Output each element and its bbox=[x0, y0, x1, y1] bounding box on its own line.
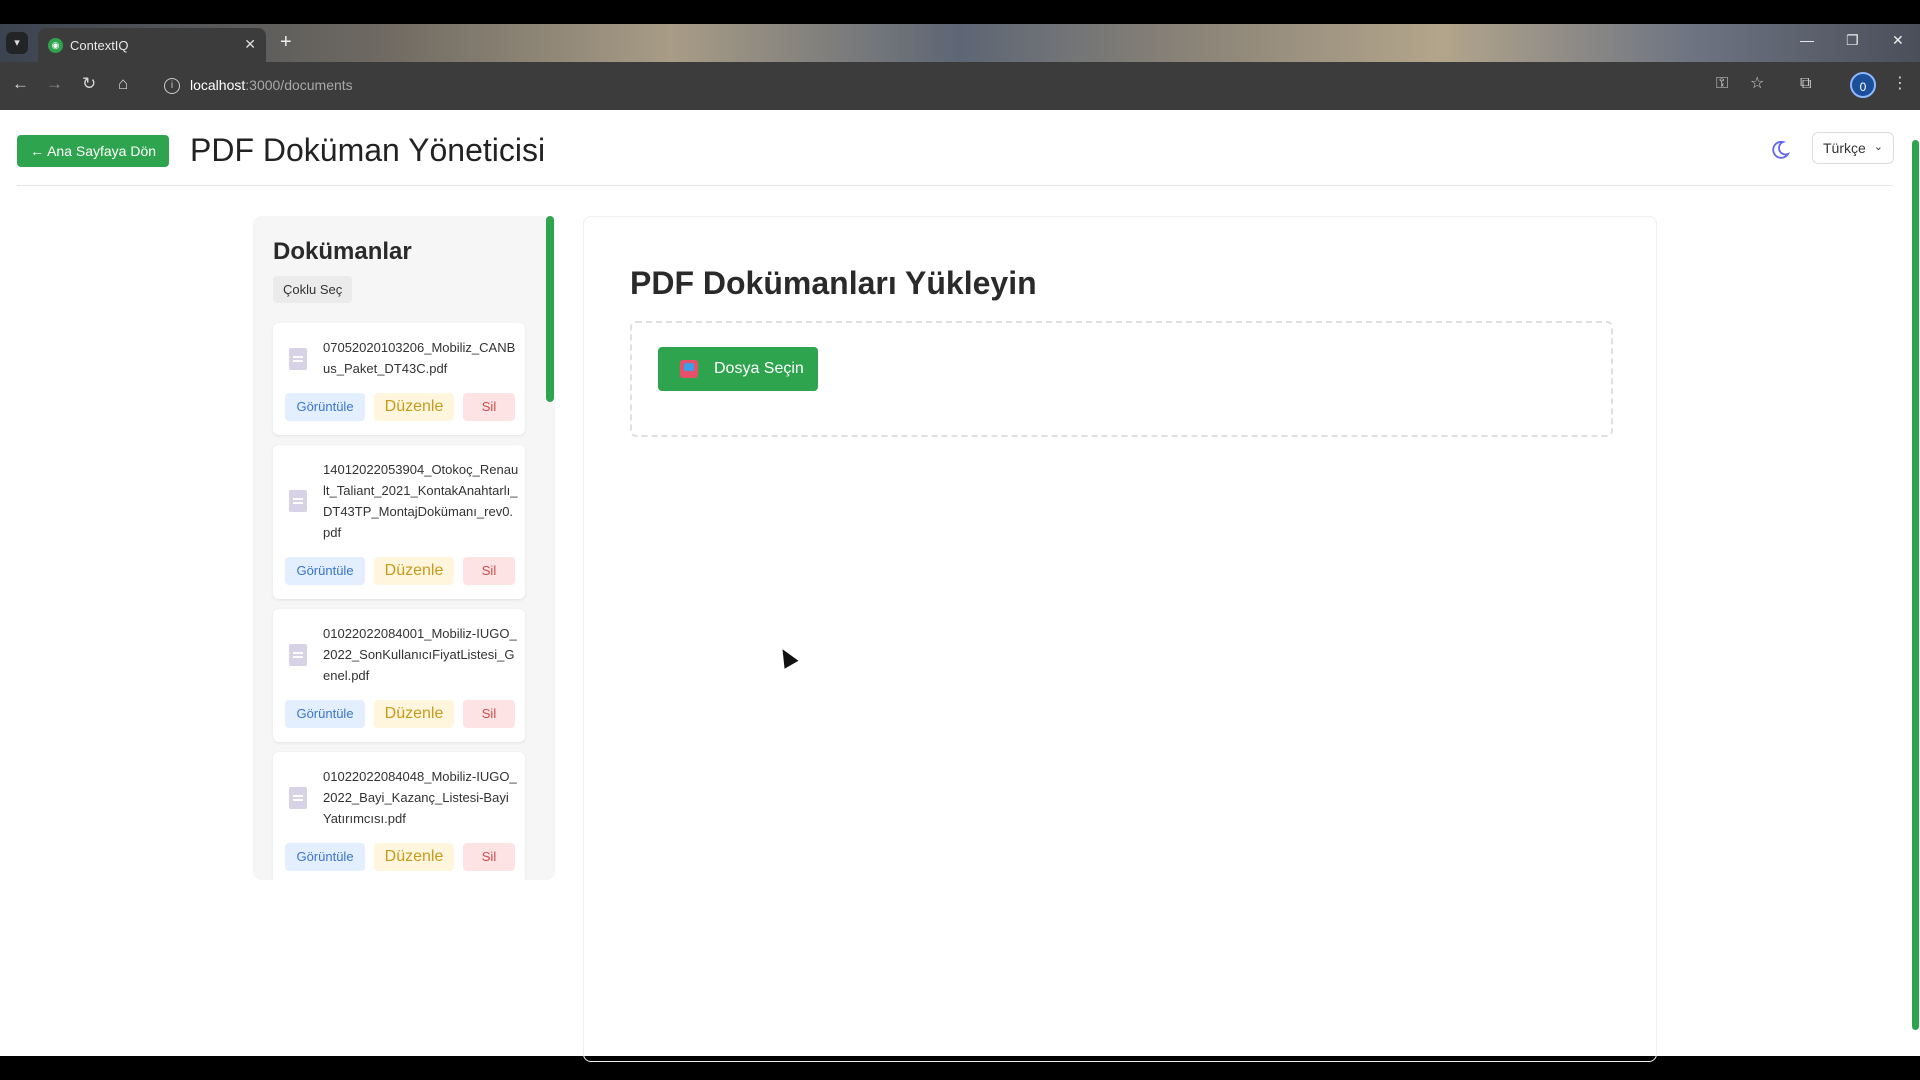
tab-contextiq[interactable]: ◉ ContextIQ ✕ bbox=[38, 28, 266, 62]
url-path: :3000/documents bbox=[245, 77, 353, 93]
edit-button[interactable]: Düzenle bbox=[374, 557, 454, 585]
view-button[interactable]: Görüntüle bbox=[285, 557, 365, 585]
moon-icon[interactable] bbox=[1770, 140, 1790, 160]
view-button[interactable]: Görüntüle bbox=[285, 843, 365, 871]
pdf-file-icon bbox=[289, 348, 307, 370]
chevron-down-icon: ⌄ bbox=[1873, 141, 1883, 153]
profile-avatar[interactable]: 0 bbox=[1850, 72, 1876, 98]
upload-panel: PDF Dokümanları Yükleyin Dosya Seçin bbox=[583, 216, 1657, 1062]
document-card: 14012022053904_Otokoç_Renault_Taliant_20… bbox=[273, 445, 525, 599]
view-button[interactable]: Görüntüle bbox=[285, 393, 365, 421]
pdf-file-icon bbox=[289, 644, 307, 666]
bookmark-star-icon[interactable]: ☆ bbox=[1750, 74, 1764, 94]
pdf-file-icon bbox=[289, 490, 307, 512]
browser-window: ▾ ◉ ContextIQ ✕ + — ❐ ✕ ← → ↻ ⌂ i localh… bbox=[0, 0, 1920, 1080]
language-value: Türkçe bbox=[1823, 140, 1866, 156]
pdf-file-icon bbox=[289, 787, 307, 809]
tab-search-icon[interactable]: ▾ bbox=[6, 32, 28, 54]
choose-file-label: Dosya Seçin bbox=[714, 360, 804, 377]
document-card: 01022022084001_Mobiliz-IUGO_2022_SonKull… bbox=[273, 609, 525, 742]
language-select[interactable]: Türkçe ⌄ bbox=[1812, 132, 1894, 164]
document-name: 07052020103206_Mobiliz_CANBus_Paket_DT43… bbox=[323, 340, 516, 376]
back-home-button[interactable]: ← Ana Sayfaya Dön bbox=[17, 135, 169, 167]
menu-dots-icon[interactable]: ⋮ bbox=[1892, 74, 1908, 94]
address-bar[interactable]: i localhost:3000/documents bbox=[156, 70, 1716, 102]
page: ← Ana Sayfaya Dön PDF Doküman Yöneticisi… bbox=[0, 110, 1910, 1062]
page-title: PDF Doküman Yöneticisi bbox=[190, 132, 546, 168]
document-card: 07052020103206_Mobiliz_CANBus_Paket_DT43… bbox=[273, 323, 525, 435]
tab-title: ContextIQ bbox=[70, 38, 129, 53]
documents-sidebar: Dokümanlar Çoklu Seç 07052020103206_Mobi… bbox=[253, 216, 555, 880]
sidebar-title: Dokümanlar bbox=[273, 238, 412, 265]
upload-title: PDF Dokümanları Yükleyin bbox=[630, 265, 1037, 301]
url-host: localhost bbox=[190, 77, 246, 93]
delete-button[interactable]: Sil bbox=[463, 700, 515, 728]
upload-dropzone[interactable]: Dosya Seçin bbox=[630, 321, 1613, 437]
tab-close-icon[interactable]: ✕ bbox=[244, 36, 256, 53]
window-close-icon[interactable]: ✕ bbox=[1892, 32, 1904, 49]
sidebar-scrollbar[interactable] bbox=[546, 216, 554, 402]
reload-icon[interactable]: ↻ bbox=[82, 74, 96, 94]
back-arrow-icon[interactable]: ← bbox=[12, 74, 29, 94]
choose-file-button[interactable]: Dosya Seçin bbox=[658, 347, 818, 391]
delete-button[interactable]: Sil bbox=[463, 393, 515, 421]
forward-arrow-icon[interactable]: → bbox=[46, 74, 63, 94]
document-name: 01022022084001_Mobiliz-IUGO_2022_SonKull… bbox=[323, 626, 517, 683]
edit-button[interactable]: Düzenle bbox=[374, 393, 454, 421]
minimize-icon[interactable]: — bbox=[1800, 32, 1814, 48]
inbox-icon bbox=[680, 360, 698, 378]
favicon-icon: ◉ bbox=[48, 38, 63, 53]
tab-bar: ▾ ◉ ContextIQ ✕ + — ❐ ✕ bbox=[0, 24, 1920, 62]
document-name: 14012022053904_Otokoç_Renault_Taliant_20… bbox=[323, 462, 519, 540]
page-scrollbar[interactable] bbox=[1912, 140, 1919, 1030]
home-icon[interactable]: ⌂ bbox=[118, 74, 128, 94]
delete-button[interactable]: Sil bbox=[463, 557, 515, 585]
edit-button[interactable]: Düzenle bbox=[374, 700, 454, 728]
view-button[interactable]: Görüntüle bbox=[285, 700, 365, 728]
document-name: 01022022084048_Mobiliz-IUGO_2022_Bayi_Ka… bbox=[323, 769, 517, 826]
edit-button[interactable]: Düzenle bbox=[374, 843, 454, 871]
extensions-icon[interactable]: ⧉ bbox=[1800, 74, 1811, 94]
restore-icon[interactable]: ❐ bbox=[1846, 32, 1859, 49]
browser-toolbar: ← → ↻ ⌂ i localhost:3000/documents ⚿ ☆ ⧉… bbox=[0, 62, 1920, 110]
document-card: 01022022084048_Mobiliz-IUGO_2022_Bayi_Ka… bbox=[273, 752, 525, 880]
site-info-icon[interactable]: i bbox=[164, 78, 180, 94]
multi-select-button[interactable]: Çoklu Seç bbox=[273, 276, 353, 303]
delete-button[interactable]: Sil bbox=[463, 843, 515, 871]
url-text[interactable]: localhost:3000/documents bbox=[190, 77, 353, 93]
key-icon[interactable]: ⚿ bbox=[1716, 74, 1728, 94]
header-divider bbox=[17, 185, 1893, 186]
new-tab-icon[interactable]: + bbox=[280, 32, 292, 52]
